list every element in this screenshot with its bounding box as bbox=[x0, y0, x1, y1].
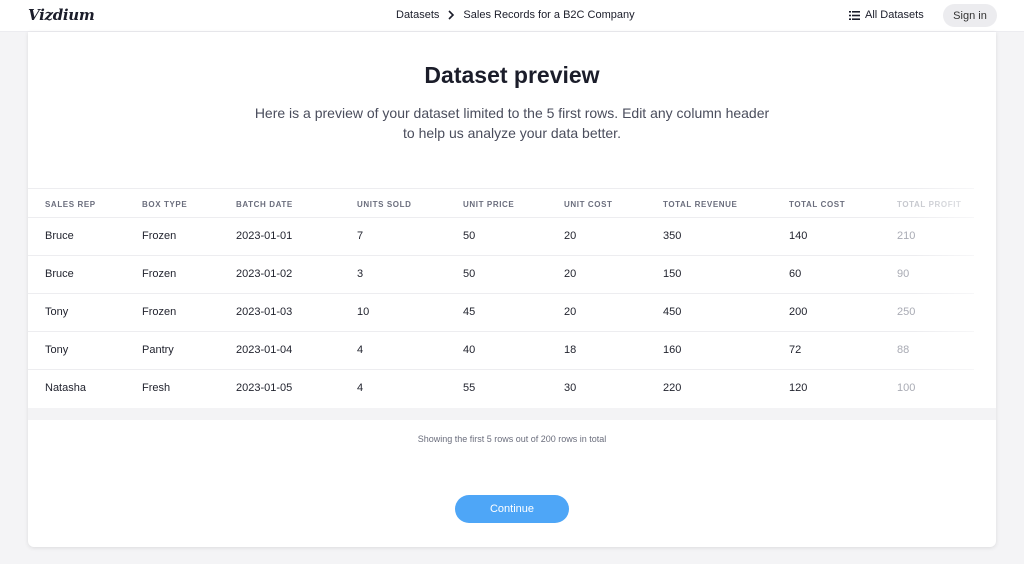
table-cell: 250 bbox=[897, 306, 916, 318]
table-cell: 2023-01-03 bbox=[236, 306, 293, 318]
table-cell: 220 bbox=[663, 382, 682, 394]
table-row: Natasha Fresh 2023-01-05 4 55 30 220 120… bbox=[28, 370, 974, 408]
column-header-unit-cost[interactable]: UNIT COST bbox=[564, 200, 613, 209]
table-cell: 30 bbox=[564, 382, 577, 394]
table-cell: Bruce bbox=[45, 268, 74, 280]
table-cell: 350 bbox=[663, 230, 682, 242]
table-cell: 72 bbox=[789, 344, 802, 356]
table-cell: 45 bbox=[463, 306, 476, 318]
table-row: Bruce Frozen 2023-01-02 3 50 20 150 60 9… bbox=[28, 256, 974, 294]
table-cell: 18 bbox=[564, 344, 577, 356]
table-cell: 40 bbox=[463, 344, 476, 356]
table-cell: 20 bbox=[564, 306, 577, 318]
table-cell: 50 bbox=[463, 230, 476, 242]
page-title: Dataset preview bbox=[424, 62, 600, 88]
table-cell: 20 bbox=[564, 268, 577, 280]
table-cell: 2023-01-02 bbox=[236, 268, 293, 280]
breadcrumb: Datasets Sales Records for a B2C Company bbox=[396, 9, 635, 21]
all-datasets-link[interactable]: All Datasets bbox=[849, 9, 924, 21]
table-cell: Frozen bbox=[142, 230, 177, 242]
dataset-preview-card: Dataset preview Here is a preview of you… bbox=[28, 32, 996, 547]
table-cell: 160 bbox=[663, 344, 682, 356]
table-cell: 20 bbox=[564, 230, 577, 242]
vizdium-logo[interactable]: Vizdium bbox=[28, 6, 95, 24]
table-cell: Pantry bbox=[142, 344, 174, 356]
table-cell: 10 bbox=[357, 306, 370, 318]
column-header-total-cost[interactable]: TOTAL COST bbox=[789, 200, 845, 209]
table-cell: 4 bbox=[357, 344, 364, 356]
table-cell: Fresh bbox=[142, 382, 171, 394]
table-row: Tony Frozen 2023-01-03 10 45 20 450 200 … bbox=[28, 294, 974, 332]
column-header-unit-price[interactable]: UNIT PRICE bbox=[463, 200, 514, 209]
table-cell: 50 bbox=[463, 268, 476, 280]
chevron-right-icon bbox=[439, 9, 463, 21]
table-cell: 140 bbox=[789, 230, 808, 242]
table-cell: Frozen bbox=[142, 306, 177, 318]
table-cell: 2023-01-01 bbox=[236, 230, 293, 242]
table-cell: 120 bbox=[789, 382, 808, 394]
table-cell: 210 bbox=[897, 230, 916, 242]
table-cell: 2023-01-04 bbox=[236, 344, 293, 356]
table-cell: 100 bbox=[897, 382, 916, 394]
table-cell: 4 bbox=[357, 382, 364, 394]
table-cell: 3 bbox=[357, 268, 364, 280]
continue-button[interactable]: Continue bbox=[455, 495, 569, 523]
column-header-total-revenue[interactable]: TOTAL REVENUE bbox=[663, 200, 737, 209]
table-cell: 55 bbox=[463, 382, 476, 394]
list-icon bbox=[849, 10, 860, 20]
table-row: Tony Pantry 2023-01-04 4 40 18 160 72 88 bbox=[28, 332, 974, 370]
column-header-batch-date[interactable]: BATCH DATE bbox=[236, 200, 293, 209]
column-header-total-profit[interactable]: TOTAL PROFIT bbox=[897, 200, 962, 209]
table-cell: 88 bbox=[897, 344, 910, 356]
table-cell: 7 bbox=[357, 230, 364, 242]
table-cell: 60 bbox=[789, 268, 802, 280]
column-header-box-type[interactable]: BOX TYPE bbox=[142, 200, 187, 209]
all-datasets-label: All Datasets bbox=[865, 9, 924, 21]
table-cell: 150 bbox=[663, 268, 682, 280]
table-cell: 2023-01-05 bbox=[236, 382, 293, 394]
table-cell: 200 bbox=[789, 306, 808, 318]
breadcrumb-datasets-link[interactable]: Datasets bbox=[396, 9, 439, 21]
table-cell: 450 bbox=[663, 306, 682, 318]
column-header-units-sold[interactable]: UNITS SOLD bbox=[357, 200, 411, 209]
preview-table[interactable]: SALES REP BOX TYPE BATCH DATE UNITS SOLD… bbox=[28, 188, 974, 420]
horizontal-scrollbar[interactable] bbox=[28, 408, 996, 420]
sign-in-button[interactable]: Sign in bbox=[943, 4, 997, 27]
table-cell: Tony bbox=[45, 306, 69, 318]
table-cell: Bruce bbox=[45, 230, 74, 242]
table-cell: 90 bbox=[897, 268, 910, 280]
rows-count-note: Showing the first 5 rows out of 200 rows… bbox=[417, 434, 607, 444]
breadcrumb-current-dataset: Sales Records for a B2C Company bbox=[463, 9, 635, 21]
top-navigation-bar: Vizdium Datasets Sales Records for a B2C… bbox=[0, 0, 1024, 32]
table-cell: Tony bbox=[45, 344, 69, 356]
table-header-row: SALES REP BOX TYPE BATCH DATE UNITS SOLD… bbox=[28, 188, 974, 218]
table-row: Bruce Frozen 2023-01-01 7 50 20 350 140 … bbox=[28, 218, 974, 256]
table-cell: Frozen bbox=[142, 268, 177, 280]
column-header-sales-rep[interactable]: SALES REP bbox=[45, 200, 96, 209]
table-cell: Natasha bbox=[45, 382, 86, 394]
page-subtitle: Here is a preview of your dataset limite… bbox=[254, 105, 770, 141]
